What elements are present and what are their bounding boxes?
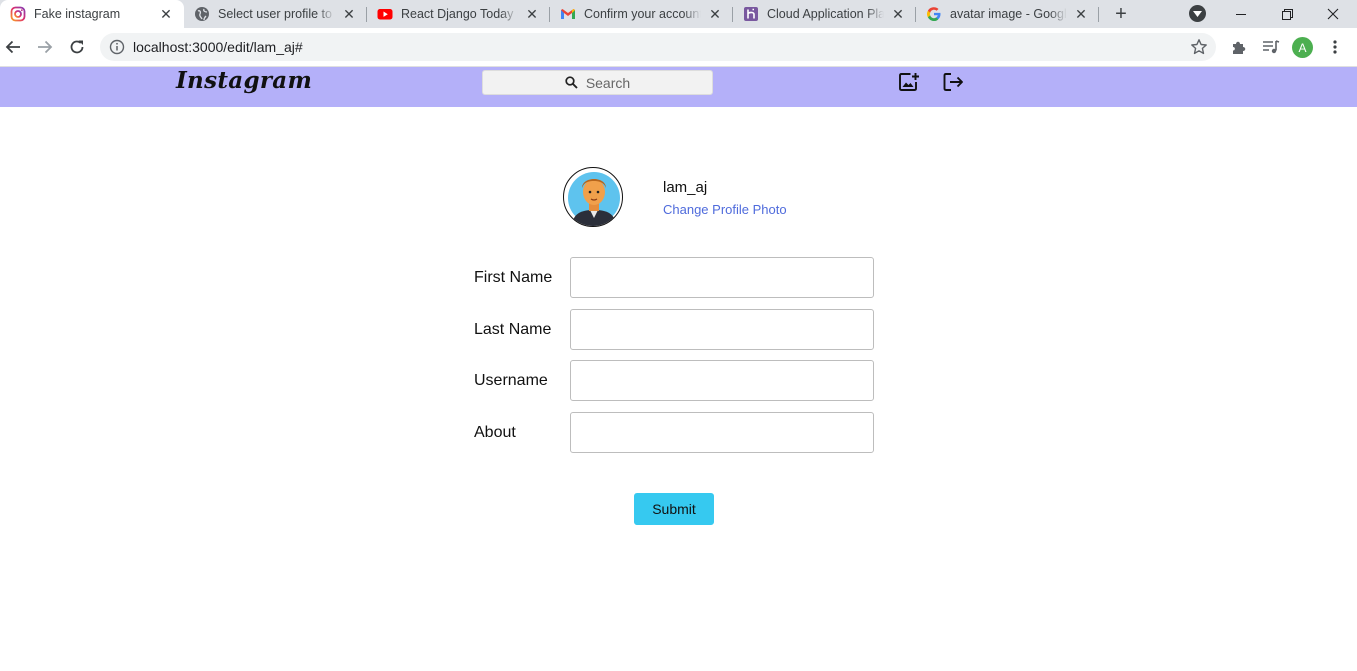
last-name-field[interactable] — [570, 309, 874, 350]
search-input[interactable]: Search — [482, 70, 713, 95]
playlist-music-icon — [1263, 40, 1280, 54]
app-header: Instagram Search — [0, 67, 1357, 107]
tab-avatar-image-google[interactable]: avatar image - Google ✕ — [916, 0, 1099, 28]
about-field[interactable] — [570, 412, 874, 453]
arrow-right-icon — [38, 40, 53, 54]
submit-button[interactable]: Submit — [634, 493, 714, 525]
instagram-icon — [10, 6, 26, 22]
extensions-button[interactable] — [1229, 37, 1249, 57]
close-icon[interactable]: ✕ — [1073, 6, 1089, 22]
puzzle-icon — [1233, 41, 1246, 54]
address-url[interactable]: localhost:3000/edit/lam_aj# — [133, 39, 303, 55]
search-icon — [565, 76, 578, 89]
more-vertical-icon — [1333, 40, 1337, 54]
youtube-icon — [377, 6, 393, 22]
arrow-left-icon — [5, 40, 20, 54]
change-profile-photo-link[interactable]: Change Profile Photo — [663, 202, 787, 217]
tab-title: React Django Today Pl — [401, 7, 518, 21]
tab-select-user-profile[interactable]: Select user profile to d ✕ — [184, 0, 367, 28]
browser-tab-strip: Fake instagram ✕ Select user profile to … — [0, 0, 1357, 28]
username-label: Username — [474, 372, 548, 389]
close-icon — [1327, 8, 1339, 20]
forward-button[interactable] — [34, 36, 56, 58]
first-name-label: First Name — [474, 269, 553, 286]
browser-menu-button[interactable] — [1325, 37, 1345, 57]
reload-button[interactable] — [66, 36, 88, 58]
tab-fake-instagram[interactable]: Fake instagram ✕ — [0, 0, 184, 28]
avatar-image — [568, 172, 620, 226]
tab-title: Select user profile to d — [218, 7, 335, 21]
minimize-button[interactable] — [1218, 0, 1264, 28]
restore-icon — [1281, 8, 1293, 20]
info-icon[interactable] — [109, 39, 125, 55]
tab-confirm-account[interactable]: Confirm your account ✕ — [550, 0, 733, 28]
address-bar[interactable]: localhost:3000/edit/lam_aj# — [100, 33, 1216, 61]
tab-title: avatar image - Google — [950, 7, 1067, 21]
tab-search-button[interactable] — [1189, 5, 1206, 22]
close-window-button[interactable] — [1310, 0, 1356, 28]
tab-separator — [1098, 7, 1099, 22]
restore-button[interactable] — [1264, 0, 1310, 28]
first-name-field[interactable] — [570, 257, 874, 298]
avatar[interactable] — [563, 167, 623, 227]
media-control-button[interactable] — [1261, 37, 1281, 57]
tab-title: Cloud Application Platf — [767, 7, 884, 21]
instagram-logo[interactable]: Instagram — [176, 67, 312, 94]
back-button[interactable] — [2, 36, 24, 58]
last-name-label: Last Name — [474, 321, 552, 338]
profile-username: lam_aj — [663, 179, 708, 196]
add-photo-icon[interactable] — [898, 71, 920, 93]
close-icon[interactable]: ✕ — [341, 6, 357, 22]
tab-title: Confirm your account — [584, 7, 701, 21]
globe-icon — [194, 6, 210, 22]
tab-cloud-application[interactable]: Cloud Application Platf ✕ — [733, 0, 916, 28]
bookmark-star-icon[interactable] — [1190, 38, 1208, 56]
username-field[interactable] — [570, 360, 874, 401]
logout-icon[interactable] — [942, 71, 964, 93]
chevron-down-icon — [1193, 10, 1202, 17]
close-icon[interactable]: ✕ — [158, 6, 174, 22]
reload-icon — [70, 40, 84, 54]
browser-toolbar: localhost:3000/edit/lam_aj# A — [0, 28, 1357, 67]
about-label: About — [474, 424, 516, 441]
close-icon[interactable]: ✕ — [524, 6, 540, 22]
gmail-icon — [560, 6, 576, 22]
close-icon[interactable]: ✕ — [890, 6, 906, 22]
close-icon[interactable]: ✕ — [707, 6, 723, 22]
tab-react-django[interactable]: React Django Today Pl ✕ — [367, 0, 550, 28]
new-tab-button[interactable]: + — [1110, 3, 1132, 25]
minimize-icon — [1235, 13, 1246, 15]
tab-title: Fake instagram — [34, 7, 121, 21]
google-icon — [926, 6, 942, 22]
heroku-icon — [743, 6, 759, 22]
profile-avatar-button[interactable]: A — [1292, 37, 1313, 58]
search-placeholder: Search — [585, 74, 631, 91]
